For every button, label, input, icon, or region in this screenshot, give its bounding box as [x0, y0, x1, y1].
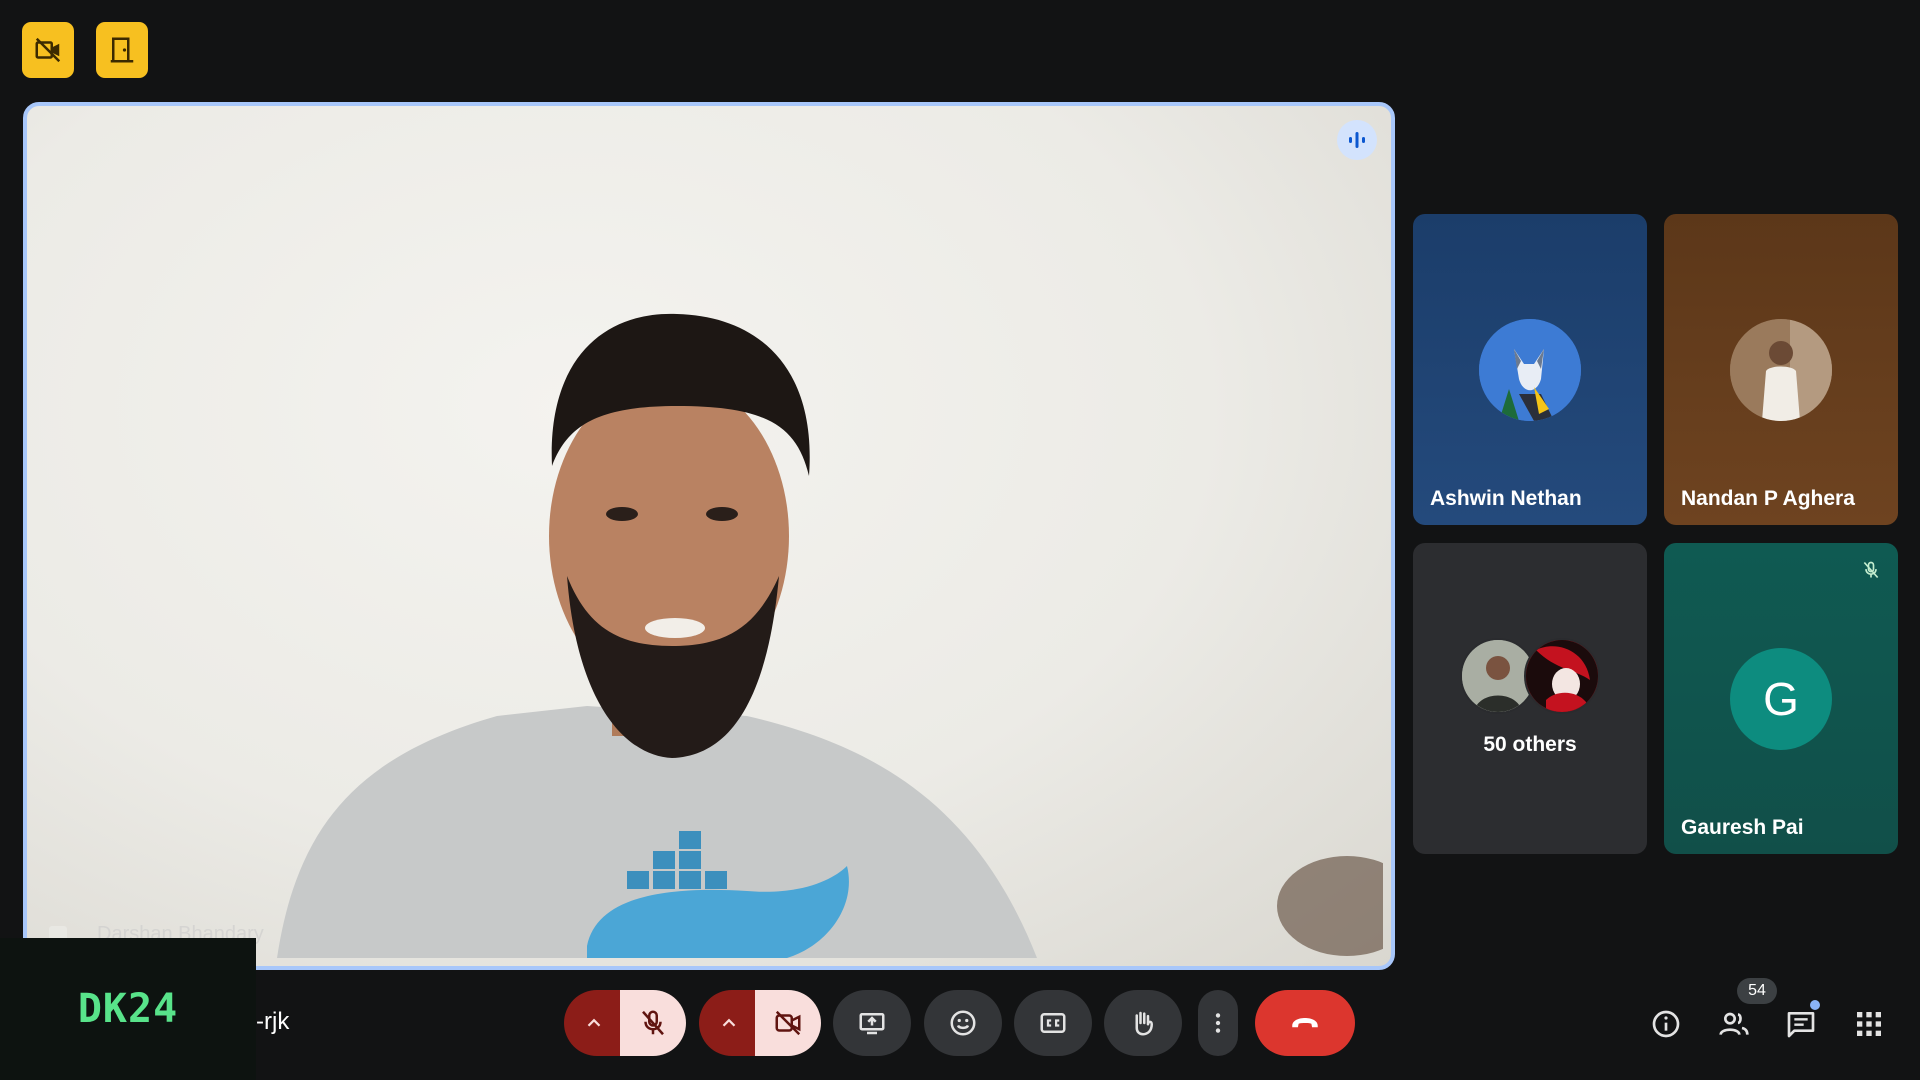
info-icon	[1652, 1010, 1680, 1038]
video-options-button[interactable]	[699, 990, 759, 1056]
participant-name: Gauresh Pai	[1681, 816, 1804, 839]
other-avatar	[1524, 638, 1600, 714]
more-vert-icon	[1215, 1013, 1221, 1033]
photo-avatar	[1730, 318, 1832, 421]
unread-chat-indicator	[1810, 1000, 1820, 1010]
participant-tile-ashwin[interactable]: Ashwin Nethan	[1413, 214, 1647, 525]
meeting-code: -rjk	[256, 1008, 290, 1035]
speaking-indicator	[1337, 120, 1377, 160]
participant-name: Ashwin Nethan	[1430, 487, 1582, 510]
raise-hand-button[interactable]	[1104, 990, 1182, 1056]
emoji-icon	[950, 1010, 976, 1036]
brand-logo: DK24	[0, 938, 256, 1080]
meeting-info-button[interactable]	[1646, 1004, 1686, 1044]
leave-room-button[interactable]	[96, 22, 148, 78]
others-count-label: 50 others	[1483, 733, 1577, 756]
chat-icon	[1787, 1012, 1815, 1038]
video-off-button[interactable]	[22, 22, 74, 78]
people-icon	[1719, 1012, 1749, 1036]
brand-logo-text: DK24	[77, 986, 179, 1032]
participant-tile-nandan[interactable]: Nandan P Aghera	[1664, 214, 1898, 525]
main-speaker-tile[interactable]: Darshan Bhandary	[23, 102, 1395, 970]
participant-count-badge: 54	[1737, 978, 1777, 1004]
mic-toggle-button[interactable]	[620, 990, 686, 1056]
camera-toggle-button[interactable]	[755, 990, 821, 1056]
participant-tile-gauresh[interactable]: G Gauresh Pai	[1664, 543, 1898, 854]
end-call-icon	[1292, 1018, 1318, 1028]
door-exit-icon	[110, 37, 134, 63]
more-options-button[interactable]	[1198, 990, 1238, 1056]
husky-avatar	[1479, 318, 1581, 421]
captions-icon	[1040, 1013, 1066, 1033]
chevron-up-icon	[587, 1018, 601, 1027]
participant-name: Nandan P Aghera	[1681, 487, 1855, 510]
end-call-button[interactable]	[1255, 990, 1355, 1056]
raise-hand-icon	[1135, 1011, 1154, 1036]
emoji-reaction-button[interactable]	[924, 990, 1002, 1056]
video-off-icon	[35, 37, 61, 63]
captions-button[interactable]	[1014, 990, 1092, 1056]
audio-wave-icon	[1349, 132, 1365, 148]
people-button[interactable]	[1714, 1004, 1754, 1044]
speaker-video-frame	[277, 313, 1383, 958]
camera-off-icon	[775, 1010, 801, 1036]
chat-button[interactable]	[1781, 1004, 1821, 1044]
mic-off-icon	[642, 1010, 664, 1036]
apps-grid-icon	[1857, 1012, 1881, 1036]
others-tile[interactable]: 50 others	[1413, 543, 1647, 854]
participant-muted-indicator	[1856, 555, 1886, 585]
others-avatar-stack	[1460, 638, 1600, 714]
activities-button[interactable]	[1849, 1004, 1889, 1044]
mic-off-icon	[1863, 561, 1879, 579]
letter-avatar: G	[1730, 647, 1832, 750]
chevron-up-icon	[722, 1018, 736, 1027]
audio-options-button[interactable]	[564, 990, 624, 1056]
present-screen-icon	[859, 1013, 885, 1035]
present-screen-button[interactable]	[833, 990, 911, 1056]
